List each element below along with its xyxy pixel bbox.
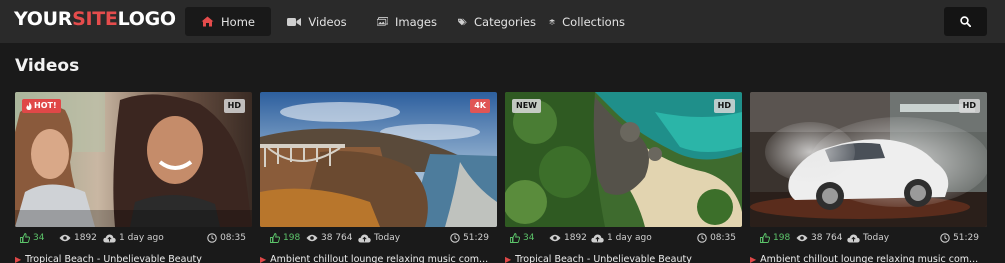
video-thumbnail[interactable]: 4K bbox=[260, 92, 497, 227]
video-title-text: Ambient chillout lounge relaxing music c… bbox=[760, 253, 979, 263]
play-icon: ▶ bbox=[505, 254, 512, 263]
views-count: 38 764 bbox=[306, 233, 353, 243]
tags-icon bbox=[458, 18, 467, 25]
cloud-upload-icon bbox=[591, 234, 604, 242]
clock-icon bbox=[697, 233, 707, 243]
top-navigation-bar: YOURSITELOGO Home Videos Images Categori… bbox=[0, 0, 1005, 43]
nav-item-label: Videos bbox=[308, 14, 347, 29]
nav-item-label: Home bbox=[221, 14, 255, 29]
video-thumbnail[interactable]: HD bbox=[750, 92, 987, 227]
upload-date: Today bbox=[358, 233, 400, 243]
cloud-upload-icon bbox=[847, 234, 860, 242]
play-icon: ▶ bbox=[15, 254, 22, 263]
video-meta: 34 1892 1 day ago 08:35 bbox=[15, 233, 252, 247]
section-title: Videos bbox=[15, 56, 80, 76]
video-title[interactable]: ▶ Tropical Beach - Unbelievable Beauty bbox=[505, 252, 742, 263]
video-title-text: Tropical Beach - Unbelievable Beauty bbox=[515, 253, 692, 263]
layers-icon bbox=[549, 18, 555, 25]
quality-badge: HD bbox=[958, 99, 980, 113]
video-title-text: Tropical Beach - Unbelievable Beauty bbox=[25, 253, 202, 263]
nav-item-images[interactable]: Images bbox=[377, 7, 437, 36]
images-icon bbox=[377, 17, 388, 26]
video-duration: 08:35 bbox=[697, 233, 736, 243]
upload-date: 1 day ago bbox=[103, 233, 164, 243]
video-duration: 51:29 bbox=[940, 233, 979, 243]
video-thumbnail[interactable]: HOT! HD bbox=[15, 92, 252, 227]
upload-date: Today bbox=[847, 233, 889, 243]
thumbs-up-icon bbox=[270, 233, 280, 243]
thumbs-up-icon bbox=[20, 233, 30, 243]
eye-icon bbox=[549, 234, 561, 242]
video-card[interactable]: HD 198 38 764 Today 51:29 ▶ Ambient chil… bbox=[750, 92, 987, 263]
search-icon bbox=[960, 16, 971, 27]
likes-count: 198 bbox=[270, 233, 300, 243]
likes-count: 34 bbox=[20, 233, 44, 243]
video-duration: 08:35 bbox=[207, 233, 246, 243]
video-thumbnail[interactable]: NEW HD bbox=[505, 92, 742, 227]
quality-badge: HD bbox=[713, 99, 735, 113]
search-button[interactable] bbox=[944, 7, 987, 36]
play-icon: ▶ bbox=[260, 254, 267, 263]
nav-item-collections[interactable]: Collections bbox=[549, 7, 625, 36]
site-logo[interactable]: YOURSITELOGO bbox=[14, 8, 176, 30]
eye-icon bbox=[306, 234, 318, 242]
video-duration: 51:29 bbox=[450, 233, 489, 243]
likes-count: 198 bbox=[760, 233, 790, 243]
upload-date: 1 day ago bbox=[591, 233, 652, 243]
video-title[interactable]: ▶ Tropical Beach - Unbelievable Beauty bbox=[15, 252, 252, 263]
video-meta: 198 38 764 Today 51:29 bbox=[260, 233, 497, 247]
new-badge: NEW bbox=[512, 99, 541, 113]
thumbs-up-icon bbox=[760, 233, 770, 243]
video-meta: 34 1892 1 day ago 08:35 bbox=[505, 233, 742, 247]
play-icon: ▶ bbox=[750, 254, 757, 263]
quality-badge: HD bbox=[223, 99, 245, 113]
logo-text-part3: LOGO bbox=[117, 8, 176, 30]
video-card[interactable]: HOT! HD 34 1892 1 day ago 08:35 ▶ Tropic… bbox=[15, 92, 252, 263]
views-count: 38 764 bbox=[796, 233, 843, 243]
nav-item-videos[interactable]: Videos bbox=[287, 7, 347, 36]
eye-icon bbox=[796, 234, 808, 242]
thumbnail-image-white-car-car-wash bbox=[750, 92, 987, 227]
nav-item-label: Categories bbox=[474, 14, 536, 29]
nav-item-home[interactable]: Home bbox=[185, 7, 271, 36]
nav-item-categories[interactable]: Categories bbox=[458, 7, 536, 36]
video-meta: 198 38 764 Today 51:29 bbox=[750, 233, 987, 247]
video-card[interactable]: NEW HD 34 1892 1 day ago 08:35 ▶ Tropica… bbox=[505, 92, 742, 263]
views-count: 1892 bbox=[549, 233, 587, 243]
video-card[interactable]: 4K 198 38 764 Today 51:29 ▶ Ambient chil… bbox=[260, 92, 497, 263]
thumbs-up-icon bbox=[510, 233, 520, 243]
thumbnail-image-coastal-bridge bbox=[260, 92, 497, 227]
badge-label: HOT! bbox=[34, 101, 57, 110]
cloud-upload-icon bbox=[103, 234, 116, 242]
likes-count: 34 bbox=[510, 233, 534, 243]
video-title[interactable]: ▶ Ambient chillout lounge relaxing music… bbox=[750, 252, 987, 263]
clock-icon bbox=[940, 233, 950, 243]
logo-text-part1: YOUR bbox=[14, 8, 73, 30]
video-title[interactable]: ▶ Ambient chillout lounge relaxing music… bbox=[260, 252, 497, 263]
quality-badge: 4K bbox=[470, 99, 490, 113]
video-title-text: Ambient chillout lounge relaxing music c… bbox=[270, 253, 489, 263]
clock-icon bbox=[450, 233, 460, 243]
clock-icon bbox=[207, 233, 217, 243]
flame-icon bbox=[26, 102, 32, 110]
home-icon bbox=[201, 16, 214, 27]
eye-icon bbox=[59, 234, 71, 242]
nav-item-label: Images bbox=[394, 14, 437, 29]
nav-item-label: Collections bbox=[562, 14, 625, 29]
logo-text-part2: SITE bbox=[72, 8, 118, 30]
hot-badge: HOT! bbox=[22, 99, 61, 113]
views-count: 1892 bbox=[59, 233, 97, 243]
video-camera-icon bbox=[287, 17, 302, 26]
cloud-upload-icon bbox=[358, 234, 371, 242]
